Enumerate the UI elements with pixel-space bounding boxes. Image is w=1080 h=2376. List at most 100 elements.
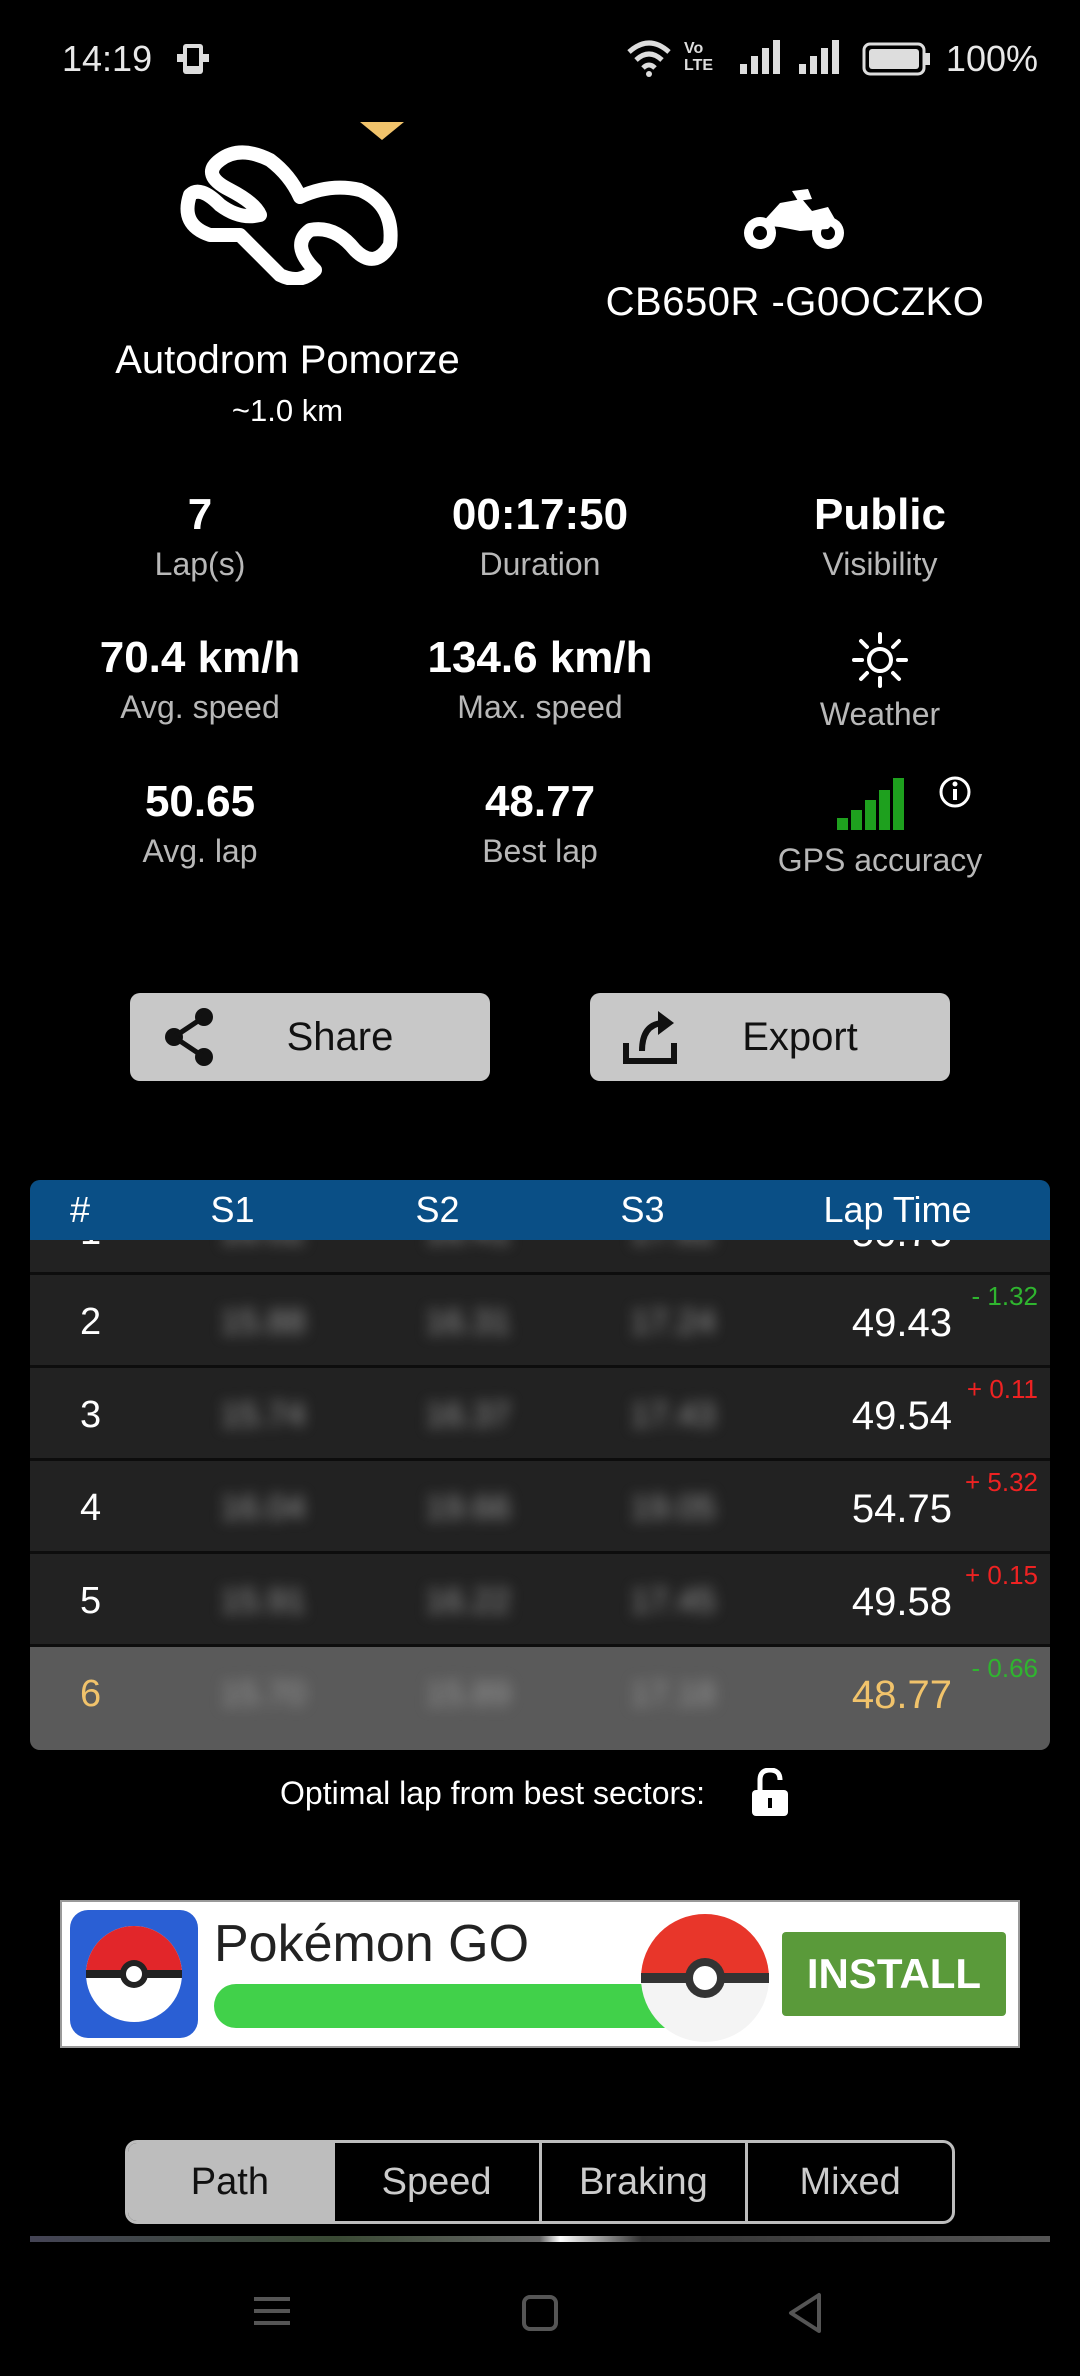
lap-time: 49.58	[851, 1580, 952, 1624]
stat-max-speed: 134.6 km/h Max. speed	[370, 633, 710, 726]
track-length: ~1.0 km	[231, 393, 344, 428]
signal-bars-icon	[710, 770, 1050, 836]
wifi-icon	[625, 38, 673, 83]
lap-time: 48.77	[851, 1673, 952, 1717]
col-header-s2: S2	[415, 1189, 460, 1230]
ad-install-button[interactable]: INSTALL	[782, 1932, 1006, 2016]
battery-icon	[862, 42, 932, 81]
lap-delta: - 0.66	[971, 1653, 1039, 1683]
sector-1-time: 16.02	[203, 1240, 323, 1252]
tab-braking[interactable]: Braking	[542, 2143, 749, 2221]
notification-icon	[175, 42, 211, 81]
stat-laps: 7 Lap(s)	[30, 490, 370, 583]
stat-visibility[interactable]: Public Visibility	[710, 490, 1050, 583]
tab-mixed[interactable]: Mixed	[748, 2143, 952, 2221]
stat-best-lap-label: Best lap	[482, 833, 598, 869]
ad-title: Pokémon GO	[214, 1915, 530, 1973]
sector-1-time: 15.74	[220, 1396, 306, 1434]
battery-percent: 100%	[945, 38, 1038, 79]
lap-number: 4	[80, 1487, 102, 1529]
sector-3-time: 17.18	[630, 1675, 716, 1713]
lap-time: 49.43	[851, 1301, 952, 1345]
share-icon	[150, 1007, 230, 1067]
status-bar: 14:19 Vo LTE 100%	[0, 0, 1080, 120]
sector-3-time: 17.24	[630, 1303, 716, 1341]
stat-best-lap: 48.77 Best lap	[370, 777, 710, 870]
col-header-s3: S3	[620, 1189, 665, 1230]
sector-3-time: 17.82	[613, 1240, 733, 1252]
lap-time: 50.75	[852, 1240, 952, 1256]
signal-icon-1	[738, 38, 788, 81]
lap-time: 54.75	[851, 1487, 952, 1531]
sector-3-time: 17.45	[630, 1582, 716, 1620]
sector-3-time: 17.43	[630, 1396, 716, 1434]
back-icon[interactable]	[785, 2291, 825, 2340]
sun-icon	[710, 630, 1050, 690]
stat-max-speed-value: 134.6 km/h	[427, 633, 653, 682]
tab-path[interactable]: Path	[128, 2143, 335, 2221]
pokemon-go-app-icon	[70, 1910, 198, 2043]
lap-table-header: # S1 S2 S3 Lap Time	[30, 1180, 1050, 1240]
lap-delta: + 0.11	[966, 1374, 1038, 1404]
stat-avg-speed-value: 70.4 km/h	[99, 633, 301, 682]
status-time: 14:19	[62, 38, 153, 79]
stat-visibility-value: Public	[813, 490, 947, 539]
share-label: Share	[286, 1014, 394, 1059]
signal-icon-2	[797, 38, 847, 81]
sector-2-time: 16.22	[425, 1582, 511, 1620]
sector-2-time: 16.41	[408, 1240, 528, 1252]
sector-2-time: 16.31	[425, 1303, 511, 1341]
table-row[interactable]: 2 15.88 16.31 17.24 49.43 - 1.32	[30, 1272, 1050, 1365]
track-map-icon[interactable]	[170, 135, 400, 290]
ad-banner[interactable]: Pokémon GO INSTALL	[60, 1900, 1020, 2048]
sector-2-time: 19.66	[425, 1489, 511, 1527]
pokeball-icon	[637, 1910, 773, 2051]
stat-weather[interactable]: Weather	[710, 630, 1050, 733]
sector-3-time: 19.05	[630, 1489, 716, 1527]
sector-1-time: 15.70	[220, 1675, 306, 1713]
sector-2-time: 16.37	[425, 1396, 511, 1434]
lap-number: 1	[80, 1240, 140, 1254]
table-row-best[interactable]: 6 15.70 15.89 17.18 48.77 - 0.66	[30, 1644, 1050, 1750]
lap-number: 3	[80, 1394, 102, 1436]
lap-number: 2	[80, 1301, 102, 1343]
lap-table-body[interactable]: 1 16.02 16.41 17.82 50.75 2 15.88 16.31 …	[30, 1240, 1050, 1750]
table-row[interactable]: 4 16.04 19.66 19.05 54.75 + 5.32	[30, 1458, 1050, 1551]
stat-avg-lap-value: 50.65	[144, 777, 256, 826]
track-name: Autodrom Pomorze	[115, 338, 460, 382]
lap-number: 6	[80, 1673, 102, 1715]
stat-best-lap-value: 48.77	[484, 777, 596, 826]
table-row[interactable]: 5 15.91 16.22 17.45 49.58 + 0.15	[30, 1551, 1050, 1644]
lap-delta: + 0.15	[964, 1560, 1038, 1590]
menu-icon[interactable]	[252, 2293, 292, 2334]
tab-speed[interactable]: Speed	[335, 2143, 542, 2221]
lap-time: 49.54	[851, 1394, 952, 1438]
table-row[interactable]: 3 15.74 16.37 17.43 49.54 + 0.11	[30, 1365, 1050, 1458]
lap-table: # S1 S2 S3 Lap Time 1 16.02 16.41 17.82 …	[30, 1180, 1050, 1750]
sector-1-time: 16.04	[220, 1489, 306, 1527]
stat-duration-value: 00:17:50	[451, 490, 629, 539]
motorcycle-icon	[740, 185, 850, 260]
stat-weather-label: Weather	[819, 696, 941, 732]
unlock-icon[interactable]	[748, 1767, 792, 1823]
lap-delta: + 5.32	[964, 1467, 1038, 1497]
home-icon[interactable]	[520, 2293, 560, 2338]
stat-duration: 00:17:50 Duration	[370, 490, 710, 583]
stat-gps-label: GPS accuracy	[777, 842, 983, 878]
stat-visibility-label: Visibility	[822, 546, 938, 582]
sector-1-time: 15.88	[220, 1303, 306, 1341]
info-icon[interactable]	[938, 775, 972, 814]
col-header-s1: S1	[210, 1189, 255, 1230]
map-view[interactable]	[30, 2236, 1050, 2242]
lap-delta: - 1.32	[971, 1281, 1039, 1311]
stat-avg-speed-label: Avg. speed	[120, 689, 280, 725]
share-button[interactable]: Share	[130, 993, 490, 1081]
table-row[interactable]: 1 16.02 16.41 17.82 50.75	[30, 1240, 1050, 1275]
export-button[interactable]: Export	[590, 993, 950, 1081]
stat-avg-lap-label: Avg. lap	[142, 833, 258, 869]
stat-duration-label: Duration	[479, 546, 601, 582]
col-header-lap-time: Lap Time	[823, 1189, 972, 1230]
stat-max-speed-label: Max. speed	[457, 689, 623, 725]
stat-gps: GPS accuracy	[710, 770, 1050, 879]
sector-2-time: 15.89	[425, 1675, 511, 1713]
